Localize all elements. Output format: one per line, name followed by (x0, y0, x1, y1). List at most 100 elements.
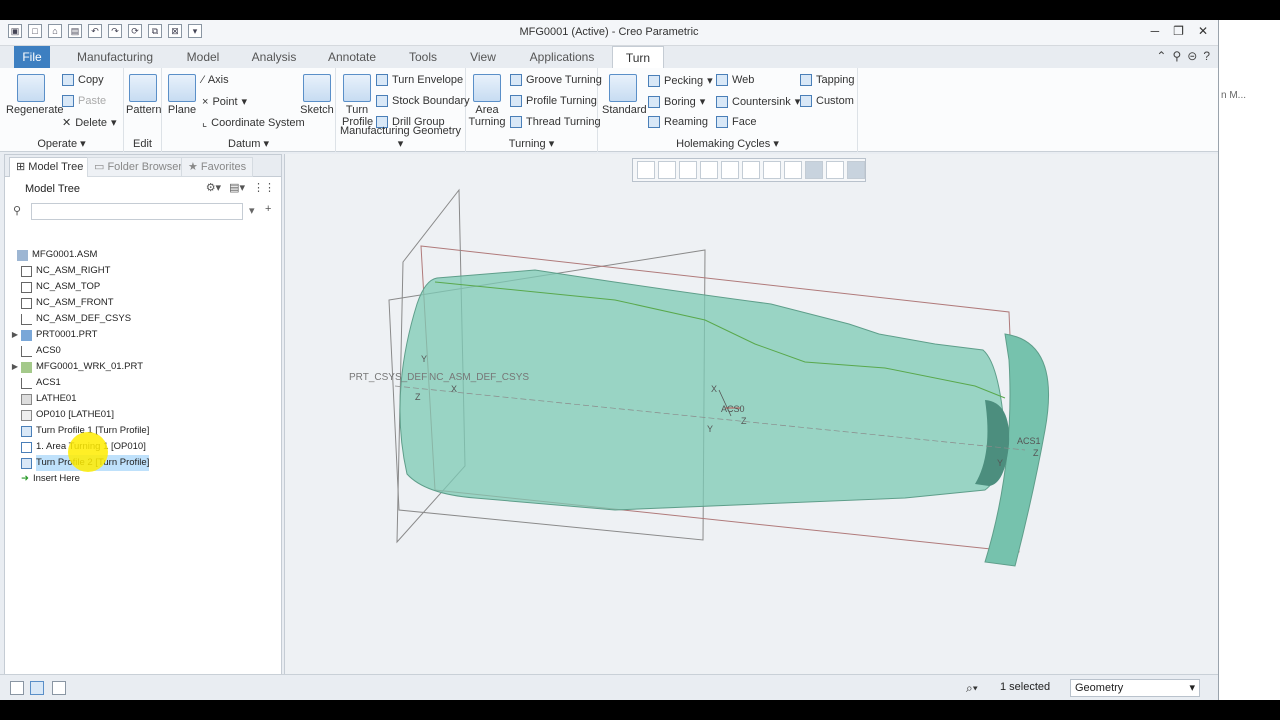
pecking-button[interactable]: Pecking ▾ (648, 74, 713, 87)
area-turning-button[interactable]: Area Turning (468, 74, 506, 128)
tab-applications[interactable]: Applications (520, 46, 604, 68)
paste-button[interactable]: Paste (62, 95, 106, 107)
tab-folder-browser[interactable]: ▭ Folder Browser (87, 157, 190, 177)
csys-icon (21, 377, 32, 389)
web-button[interactable]: Web (716, 74, 754, 86)
face-button[interactable]: Face (716, 116, 756, 128)
fullscreen-icon[interactable] (52, 681, 66, 695)
help-icon[interactable]: ? (1203, 49, 1210, 63)
tapping-button[interactable]: Tapping (800, 74, 855, 86)
tab-file[interactable]: File (14, 46, 50, 68)
columns-icon[interactable]: ⋮⋮ (253, 181, 275, 194)
reaming-button[interactable]: Reaming (648, 116, 708, 128)
tab-model-tree[interactable]: ⊞ Model Tree (9, 157, 91, 177)
tab-model[interactable]: Model (176, 46, 230, 68)
group-datum-label[interactable]: Datum ▾ (162, 137, 335, 150)
stock-boundary-button[interactable]: Stock Boundary (376, 95, 470, 107)
selection-filter-dropdown[interactable]: Geometry ▾ (1070, 679, 1200, 697)
turn-profile-button[interactable]: Turn Profile (342, 74, 373, 128)
add-icon[interactable]: + (265, 203, 271, 215)
browser-toggle-icon[interactable] (30, 681, 44, 695)
pattern-button[interactable]: Pattern (126, 74, 161, 116)
csys-icon (21, 345, 32, 357)
graphics-window[interactable]: PRT_CSYS_DEF NC_ASM_DEF_CSYS Y Z X X ACS… (284, 154, 1218, 692)
prt-csys-label: PRT_CSYS_DEF (349, 372, 427, 383)
folder-icon: ▭ (94, 161, 108, 173)
tree-item[interactable]: LATHE01 (21, 391, 76, 407)
point-button[interactable]: × Point ▾ (202, 95, 247, 109)
standard-button[interactable]: Standard (602, 74, 647, 116)
ribbon: Regenerate Copy Paste ✕ Delete ▾ Operate ▾… (0, 68, 1218, 152)
workpiece-icon (21, 361, 32, 373)
show-icon[interactable]: ▤▾ (229, 181, 245, 194)
tapping-icon (800, 74, 812, 86)
turn-envelope-button[interactable]: Turn Envelope (376, 74, 463, 86)
thread-turning-button[interactable]: Thread Turning (510, 116, 601, 128)
stock-boundary-icon (376, 95, 388, 107)
expand-icon[interactable]: ▶ (9, 359, 21, 375)
window-controls: ─ ❐ ✕ (1151, 24, 1208, 38)
tree-item[interactable]: ACS0 (21, 343, 61, 359)
search-icon[interactable]: ⚲ (1172, 49, 1181, 63)
tab-manufacturing[interactable]: Manufacturing (70, 46, 160, 68)
group-turning-label[interactable]: Turning ▾ (466, 137, 597, 150)
acs0-label: ACS0 (721, 404, 745, 414)
group-manufacturing-geometry-label[interactable]: Manufacturing Geometry ▾ (336, 125, 465, 150)
boring-button[interactable]: Boring ▾ (648, 95, 705, 108)
sketch-button[interactable]: Sketch (300, 74, 334, 116)
tree-item[interactable]: OP010 [LATHE01] (21, 407, 114, 423)
tree-item[interactable]: NC_ASM_RIGHT (21, 263, 110, 279)
tab-view[interactable]: View (462, 46, 504, 68)
profile-turning-button[interactable]: Profile Turning (510, 95, 597, 107)
regenerate-button[interactable]: Regenerate (6, 74, 64, 116)
tree-item[interactable]: NC_ASM_TOP (21, 279, 100, 295)
insert-here-marker[interactable]: ➜ Insert Here (21, 471, 80, 487)
tree-item[interactable]: NC_ASM_DEF_CSYS (21, 311, 131, 327)
maximize-icon[interactable]: ❐ (1173, 24, 1184, 38)
countersink-button[interactable]: Countersink ▾ (716, 95, 800, 108)
expand-icon[interactable]: ▶ (9, 327, 21, 343)
profile-turning-icon (510, 95, 522, 107)
tree-search-input[interactable] (31, 203, 243, 220)
tree-item[interactable]: ACS1 (21, 375, 61, 391)
settings-icon[interactable]: ⚙▾ (206, 181, 221, 194)
coordinate-system-button[interactable]: ⌞ Coordinate System (202, 116, 305, 130)
copy-button[interactable]: Copy (62, 74, 104, 86)
tab-favorites[interactable]: ★ Favorites (181, 157, 254, 177)
minimize-icon[interactable]: ─ (1151, 24, 1160, 38)
tree-filter: ⚲ ▾ + (13, 203, 273, 221)
area-turning-icon (473, 74, 501, 102)
community-icon[interactable]: ⊝ (1187, 49, 1197, 63)
plane-button[interactable]: Plane (166, 74, 198, 116)
window-title: MFG0001 (Active) - Creo Parametric (519, 26, 699, 38)
tab-analysis[interactable]: Analysis (244, 46, 304, 68)
filter-icon: ⚲ (13, 205, 22, 217)
tab-tools[interactable]: Tools (400, 46, 446, 68)
tab-turn[interactable]: Turn (612, 46, 664, 68)
dropdown-icon[interactable]: ▾ (249, 204, 255, 217)
tree-item[interactable]: MFG0001.ASM (5, 247, 97, 263)
find-icon[interactable]: ⌕▾ (966, 681, 978, 696)
group-turning: Area Turning Groove Turning Profile Turn… (466, 68, 602, 152)
tree-item[interactable]: ▶ PRT0001.PRT (9, 327, 97, 343)
collapse-ribbon-icon[interactable]: ⌃ (1156, 49, 1166, 63)
tree-item[interactable]: ▶ MFG0001_WRK_01.PRT (9, 359, 143, 375)
groove-turning-button[interactable]: Groove Turning (510, 74, 602, 86)
group-operate-label[interactable]: Operate ▾ (0, 137, 123, 150)
axis-button[interactable]: ⁄ Axis (202, 74, 229, 86)
cursor-highlight (68, 432, 108, 472)
title-bar: ▣ □ ⌂ ▤ ↶ ↷ ⟳ ⧉ ⊠ ▾ MFG0001 (Active) - C… (0, 20, 1218, 46)
group-holemaking-cycles-label[interactable]: Holemaking Cycles ▾ (598, 137, 857, 150)
acs0-axis-y-label: Y (707, 424, 713, 434)
close-icon[interactable]: ✕ (1198, 24, 1208, 38)
csys-axis-y-label: Y (421, 354, 427, 364)
custom-button[interactable]: Custom (800, 95, 854, 107)
pattern-icon (129, 74, 157, 102)
navigator-toggle-icon[interactable] (10, 681, 24, 695)
model-tree-icon: ⊞ (16, 161, 29, 173)
tree-item[interactable]: NC_ASM_FRONT (21, 295, 114, 311)
workpiece-body (399, 269, 1005, 511)
selection-count: 1 selected (1000, 681, 1051, 693)
tab-annotate[interactable]: Annotate (320, 46, 384, 68)
delete-button[interactable]: ✕ Delete ▾ (62, 116, 117, 130)
